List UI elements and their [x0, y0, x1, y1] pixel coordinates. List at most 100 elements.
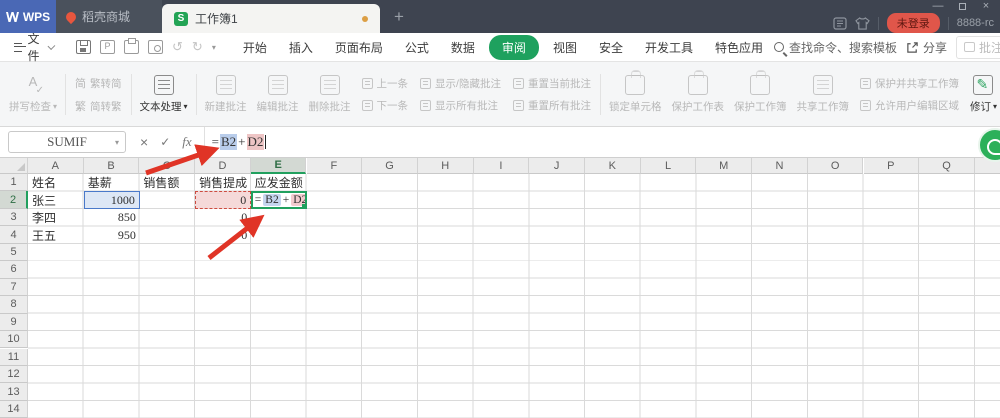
row-header-7[interactable]: 7 [0, 278, 28, 297]
row-header-11[interactable]: 11 [0, 348, 28, 366]
row-header-10[interactable]: 10 [0, 331, 28, 349]
menu-tab-开始[interactable]: 开始 [232, 35, 278, 60]
customize-toolbar-icon[interactable]: ▾ [212, 43, 216, 52]
grid-cell-A3[interactable]: 李四 [28, 209, 84, 227]
name-box[interactable]: SUMIF ▾ [8, 131, 126, 153]
template-icon[interactable] [833, 16, 847, 30]
column-header-C[interactable]: C [139, 158, 196, 174]
share-button[interactable]: 分享 [906, 39, 947, 56]
ribbon-button-删除批注[interactable]: 删除批注 [304, 65, 356, 124]
menu-tab-插入[interactable]: 插入 [278, 35, 324, 60]
column-header-K[interactable]: K [585, 158, 641, 174]
row-header-1[interactable]: 1 [0, 174, 28, 192]
grid-cell-B1[interactable]: 基薪 [84, 174, 140, 192]
column-header-I[interactable]: I [473, 158, 530, 174]
row-header-5[interactable]: 5 [0, 243, 28, 262]
grid-cell-D4[interactable]: 0 [195, 226, 251, 244]
column-header-N[interactable]: N [752, 158, 808, 174]
row-header-9[interactable]: 9 [0, 313, 28, 332]
export-pdf-icon[interactable]: P [100, 40, 116, 54]
column-header-J[interactable]: J [529, 158, 585, 174]
row-header-6[interactable]: 6 [0, 261, 28, 279]
ribbon-button-保护并共享工作簿[interactable]: 保护并共享工作簿 [859, 76, 959, 91]
ribbon-button-共享工作簿[interactable]: 共享工作簿 [791, 65, 854, 124]
menu-tab-页面布局[interactable]: 页面布局 [324, 35, 394, 60]
row-header-13[interactable]: 13 [0, 383, 28, 401]
grid-cell-A1[interactable]: 姓名 [28, 174, 84, 192]
grid-cell-E1[interactable]: 应发金额 [251, 174, 307, 192]
menu-tab-公式[interactable]: 公式 [394, 35, 440, 60]
close-button[interactable]: × [974, 0, 998, 13]
ribbon-button-简转繁[interactable]: 繁简转繁 [75, 98, 122, 114]
grid-cell-D1[interactable]: 销售提成 [195, 174, 251, 192]
grid-cell-B4[interactable]: 950 [84, 226, 140, 244]
column-header-P[interactable]: P [863, 158, 920, 174]
column-header-O[interactable]: O [807, 158, 864, 174]
ribbon-button-保护工作簿[interactable]: 保护工作簿 [729, 65, 792, 124]
ribbon-button-修订[interactable]: 修订▾ [965, 65, 1000, 124]
select-all-corner[interactable] [0, 158, 28, 174]
column-header-G[interactable]: G [362, 158, 418, 174]
grid-cell-B2[interactable]: 1000 [83, 191, 140, 210]
column-header-L[interactable]: L [640, 158, 697, 174]
column-header-D[interactable]: D [195, 158, 251, 174]
column-header-F[interactable]: F [306, 158, 363, 174]
menu-tab-安全[interactable]: 安全 [588, 35, 634, 60]
print-preview-icon[interactable] [148, 40, 164, 54]
insert-function-icon[interactable]: fx [182, 134, 191, 150]
row-header-12[interactable]: 12 [0, 365, 28, 384]
cancel-entry-icon[interactable]: × [140, 134, 148, 150]
redo-icon[interactable]: ↻ [192, 40, 203, 54]
ribbon-button-显示所有批注[interactable]: 显示所有批注 [420, 98, 501, 113]
undo-icon[interactable]: ↺ [172, 40, 183, 54]
row-header-4[interactable]: 4 [0, 226, 28, 244]
grid-cell-C1[interactable]: 销售额 [139, 174, 195, 192]
menu-tab-视图[interactable]: 视图 [542, 35, 588, 60]
menu-tab-开发工具[interactable]: 开发工具 [634, 35, 704, 60]
wps-logo[interactable]: WPS [0, 0, 56, 33]
ribbon-button-重置当前批注[interactable]: 重置当前批注 [512, 76, 591, 91]
menu-tab-数据[interactable]: 数据 [440, 35, 486, 60]
ribbon-button-锁定单元格[interactable]: 锁定单元格 [604, 65, 667, 124]
ribbon-button-拼写检查[interactable]: A 拼写检查▾ [4, 65, 62, 124]
column-header-Q[interactable]: Q [919, 158, 975, 174]
row-header-2[interactable]: 2 [0, 191, 28, 209]
ribbon-button-下一条[interactable]: 下一条 [361, 98, 408, 113]
new-tab-button[interactable]: + [380, 0, 418, 33]
menu-tab-审阅[interactable]: 审阅 [488, 34, 539, 60]
column-header-H[interactable]: H [417, 158, 474, 174]
column-header-B[interactable]: B [83, 158, 140, 174]
grid-cell-D3[interactable]: 0 [195, 209, 251, 227]
column-header-M[interactable]: M [696, 158, 753, 174]
ribbon-button-保护工作表[interactable]: 保护工作表 [666, 65, 729, 124]
row-header-14[interactable]: 14 [0, 400, 28, 418]
search-command-box[interactable]: 查找命令、搜索模板 [774, 39, 897, 56]
comment-button[interactable]: 批注 ▾ [956, 35, 1000, 59]
tab-workbook1[interactable]: S 工作簿1 [162, 4, 380, 33]
minimize-button[interactable]: — [926, 0, 950, 13]
file-menu-button[interactable]: 文件 [6, 30, 62, 64]
ribbon-button-显示/隐藏批注[interactable]: 显示/隐藏批注 [420, 76, 501, 91]
ribbon-button-重置所有批注[interactable]: 重置所有批注 [512, 98, 591, 113]
menu-tab-特色应用[interactable]: 特色应用 [704, 35, 774, 60]
tab-docer-store[interactable]: 稻壳商城 [56, 0, 162, 33]
ribbon-button-编辑批注[interactable]: 编辑批注 [252, 65, 304, 124]
skin-icon[interactable] [854, 16, 870, 30]
grid-cell-A2[interactable]: 张三 [28, 191, 84, 209]
account-id[interactable]: 8888-rc [957, 17, 994, 29]
column-header-A[interactable]: A [28, 158, 84, 174]
formula-input[interactable]: = B2 + D2 [203, 127, 1000, 157]
login-button[interactable]: 未登录 [886, 13, 940, 33]
ribbon-button-繁转简[interactable]: 简繁转简 [75, 75, 122, 91]
grid-cell-A4[interactable]: 王五 [28, 226, 84, 244]
column-header-E[interactable]: E [250, 158, 307, 174]
row-header-3[interactable]: 3 [0, 208, 28, 227]
row-header-8[interactable]: 8 [0, 296, 28, 314]
grid-cell-D2[interactable]: 0 [195, 191, 252, 210]
ribbon-button-文本处理[interactable]: 文本处理 ▾ [135, 65, 193, 124]
ribbon-button-允许用户编辑区域[interactable]: 允许用户编辑区域 [859, 98, 959, 113]
ribbon-button-上一条[interactable]: 上一条 [361, 76, 408, 91]
ribbon-button-新建批注[interactable]: 新建批注 [200, 65, 252, 124]
grid-cell-B3[interactable]: 850 [84, 209, 140, 227]
grid-cell-E2-editing[interactable]: = B2 + D2 [250, 191, 307, 210]
